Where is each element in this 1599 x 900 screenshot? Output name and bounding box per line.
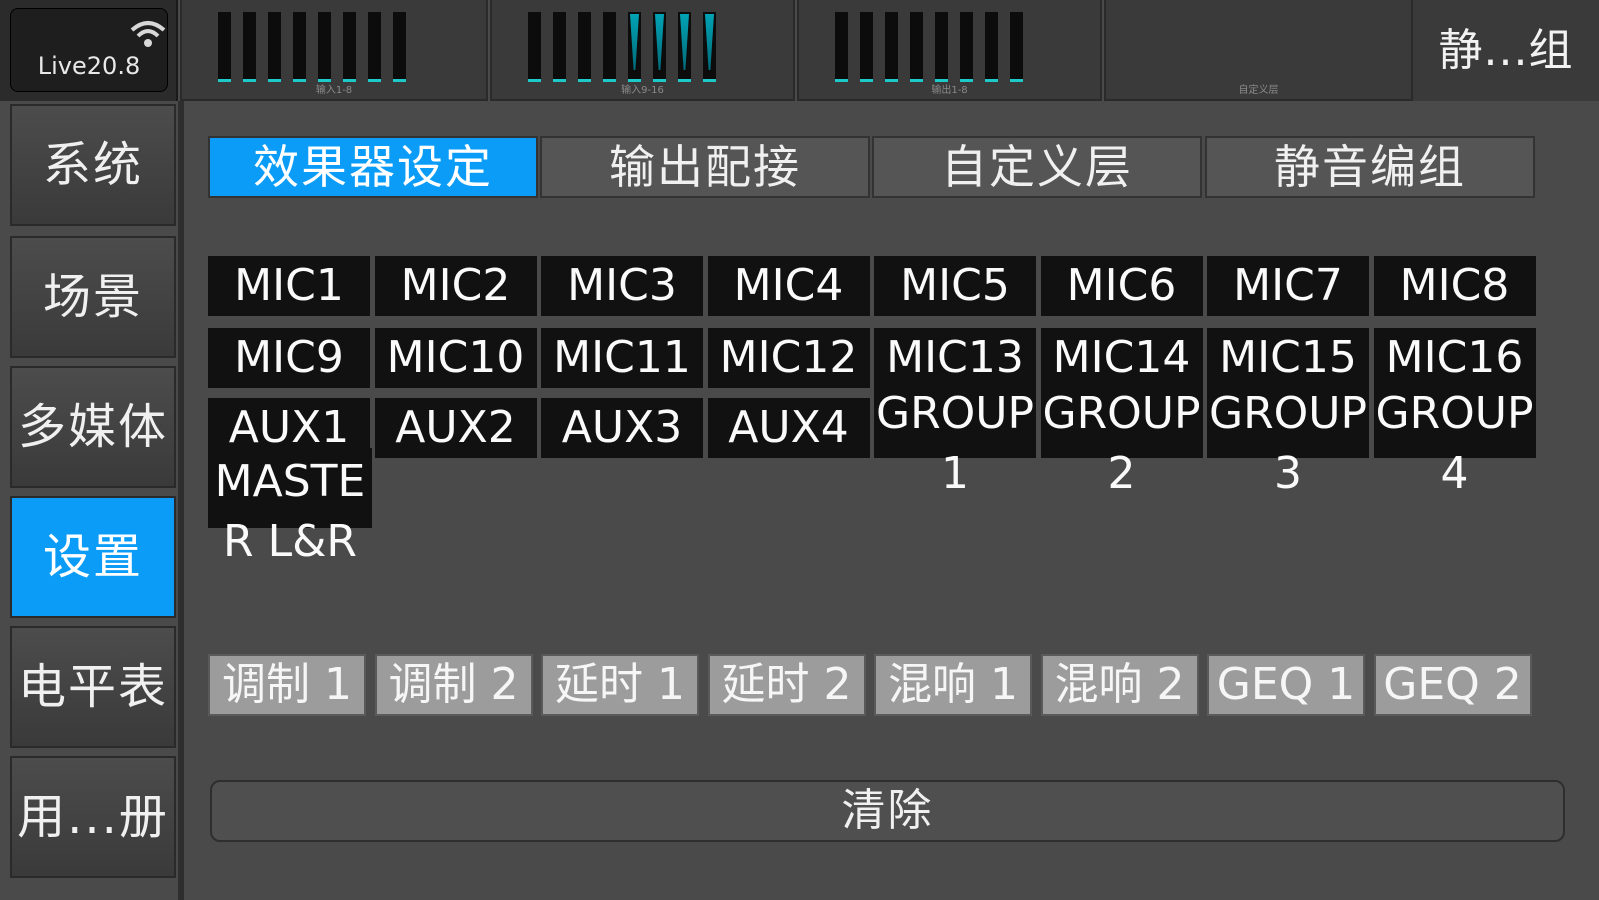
channel-button[interactable]: MIC8 <box>1373 256 1536 316</box>
mute-group-shortcut[interactable]: 静...组 <box>1413 0 1599 101</box>
channel-button[interactable]: MIC5 <box>874 256 1036 316</box>
meter-bar <box>243 12 256 82</box>
channel-button[interactable]: MIC13 <box>874 328 1036 388</box>
channel-button[interactable]: MIC7 <box>1207 256 1369 316</box>
channel-button[interactable]: MIC6 <box>1040 256 1203 316</box>
meter-bar <box>578 12 591 82</box>
meter-bar <box>985 12 998 82</box>
channel-button[interactable]: MIC4 <box>707 256 870 316</box>
channel-button[interactable]: AUX3 <box>541 398 703 458</box>
wifi-icon <box>130 21 166 47</box>
meter-bar <box>318 12 331 82</box>
nav-item-2[interactable]: 多媒体 <box>10 366 176 488</box>
channel-button[interactable]: MIC15 <box>1207 328 1369 388</box>
meter-panel[interactable]: 输入9-16 <box>490 0 795 101</box>
meter-bar <box>703 12 716 82</box>
channel-button[interactable]: MIC10 <box>374 328 537 388</box>
channel-button[interactable]: MIC14 <box>1040 328 1203 388</box>
meter-bar <box>1010 12 1023 82</box>
device-name: Live20.8 <box>37 52 141 80</box>
meter-panel[interactable]: 输入1-8 <box>180 0 488 101</box>
meter-label: 自定义层 <box>1238 85 1279 96</box>
nav-divider <box>178 101 184 900</box>
channel-button[interactable]: GROUP4 <box>1373 380 1536 499</box>
tab-3[interactable]: 静音编组 <box>1205 136 1535 198</box>
meter-bar <box>343 12 356 82</box>
meter-bar <box>603 12 616 82</box>
meter-bar <box>860 12 873 82</box>
channel-button[interactable]: GROUP1 <box>874 380 1036 499</box>
channel-button[interactable]: MIC11 <box>541 328 703 388</box>
nav-item-1[interactable]: 场景 <box>10 236 176 358</box>
meter-panel[interactable]: 输出1-8 <box>797 0 1102 101</box>
channel-button[interactable]: MIC2 <box>374 256 537 316</box>
channel-button[interactable]: GROUP3 <box>1207 380 1369 499</box>
meter-bars <box>218 12 406 82</box>
meter-bar <box>835 12 848 82</box>
channel-button[interactable]: AUX2 <box>374 398 537 458</box>
meter-bar <box>935 12 948 82</box>
channel-button[interactable]: MIC3 <box>541 256 703 316</box>
meter-bar <box>553 12 566 82</box>
channel-button[interactable]: MIC1 <box>208 256 370 316</box>
effect-button[interactable]: 混响 1 <box>874 654 1032 716</box>
effect-button[interactable]: 延时 2 <box>707 654 866 716</box>
mixer-app: Live20.8 输入1-8 输入9-16 输出1-8 自定义层 静...组 系统 场景… <box>0 0 1599 900</box>
channel-button[interactable]: MASTER L&R <box>208 448 372 567</box>
meter-bar <box>653 12 666 82</box>
tab-2[interactable]: 自定义层 <box>872 136 1202 198</box>
meter-bar <box>393 12 406 82</box>
meter-bar <box>528 12 541 82</box>
tab-1[interactable]: 输出配接 <box>540 136 870 198</box>
effect-button[interactable]: 调制 1 <box>208 654 366 716</box>
meter-label: 输入9-16 <box>621 85 664 96</box>
effect-button[interactable]: GEQ 2 <box>1373 654 1532 716</box>
meter-bar <box>960 12 973 82</box>
effect-button[interactable]: 调制 2 <box>374 654 533 716</box>
channel-button[interactable]: GROUP2 <box>1040 380 1203 499</box>
channel-button[interactable]: MIC16 <box>1373 328 1536 388</box>
tab-0[interactable]: 效果器设定 <box>208 136 538 198</box>
nav-item-3[interactable]: 设置 <box>10 496 176 618</box>
clear-button[interactable]: 清除 <box>210 780 1565 842</box>
meter-bar <box>885 12 898 82</box>
meter-bar <box>268 12 281 82</box>
meter-bar <box>218 12 231 82</box>
effect-button[interactable]: GEQ 1 <box>1207 654 1365 716</box>
nav-item-0[interactable]: 系统 <box>10 104 176 226</box>
meter-panel[interactable]: 自定义层 <box>1104 0 1413 101</box>
channel-button[interactable]: MIC9 <box>208 328 370 388</box>
meter-bars <box>835 12 1023 82</box>
effect-button[interactable]: 混响 2 <box>1040 654 1199 716</box>
effect-button[interactable]: 延时 1 <box>541 654 699 716</box>
device-badge[interactable]: Live20.8 <box>0 0 178 101</box>
channel-button[interactable]: AUX4 <box>707 398 870 458</box>
meter-bar <box>910 12 923 82</box>
meter-bar <box>368 12 381 82</box>
nav-item-4[interactable]: 电平表 <box>10 626 176 748</box>
meter-bars <box>528 12 716 82</box>
meter-label: 输入1-8 <box>315 85 353 96</box>
meter-bar <box>678 12 691 82</box>
meter-bar <box>628 12 641 82</box>
meter-bar <box>293 12 306 82</box>
meter-label: 输出1-8 <box>931 85 968 96</box>
channel-button[interactable]: MIC12 <box>707 328 870 388</box>
nav-item-5[interactable]: 用...册 <box>10 756 176 878</box>
